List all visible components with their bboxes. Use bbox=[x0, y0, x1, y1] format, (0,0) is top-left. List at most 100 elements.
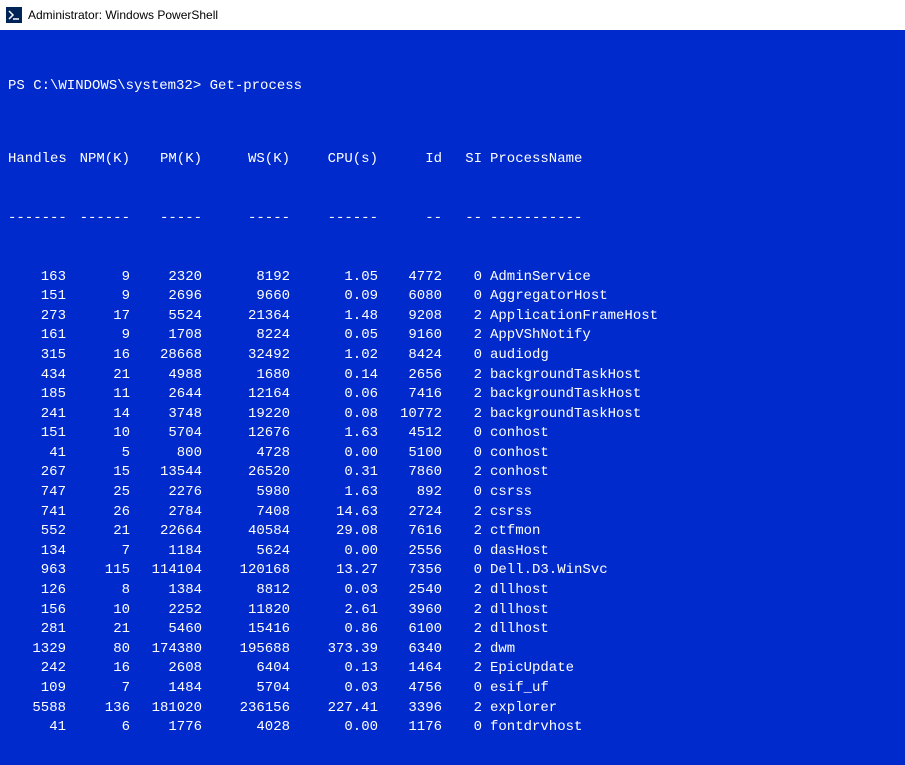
cell: dasHost bbox=[482, 542, 682, 562]
header-npm: NPM(K) bbox=[66, 150, 130, 170]
cell: 1.05 bbox=[290, 268, 378, 288]
cell: AggregatorHost bbox=[482, 287, 682, 307]
cell: 7616 bbox=[378, 522, 442, 542]
header-cpu: CPU(s) bbox=[290, 150, 378, 170]
cell: 1.63 bbox=[290, 483, 378, 503]
cell: 3960 bbox=[378, 601, 442, 621]
cell: 4772 bbox=[378, 268, 442, 288]
cell: 13.27 bbox=[290, 561, 378, 581]
cell: AdminService bbox=[482, 268, 682, 288]
cell: 5524 bbox=[130, 307, 202, 327]
cell: 9 bbox=[66, 326, 130, 346]
cell: 236156 bbox=[202, 699, 290, 719]
table-row: 151105704126761.6345120conhost bbox=[8, 424, 897, 444]
header-pm: PM(K) bbox=[130, 150, 202, 170]
table-row: 416177640280.0011760fontdrvhost bbox=[8, 718, 897, 738]
cell: dllhost bbox=[482, 620, 682, 640]
cell: 9208 bbox=[378, 307, 442, 327]
cell: 0.14 bbox=[290, 366, 378, 386]
cell: 1708 bbox=[130, 326, 202, 346]
cell: 2320 bbox=[130, 268, 202, 288]
cell: conhost bbox=[482, 424, 682, 444]
cell: 6100 bbox=[378, 620, 442, 640]
cell: 1484 bbox=[130, 679, 202, 699]
cell: 552 bbox=[8, 522, 66, 542]
cell: 6 bbox=[66, 718, 130, 738]
cell: 0 bbox=[442, 561, 482, 581]
cell: 227.41 bbox=[290, 699, 378, 719]
cell: 1680 bbox=[202, 366, 290, 386]
cell: 7 bbox=[66, 542, 130, 562]
cell: 0 bbox=[442, 483, 482, 503]
cell: 0 bbox=[442, 424, 482, 444]
table-body: 1639232081921.0547720AdminService1519269… bbox=[8, 268, 897, 738]
cell: 15416 bbox=[202, 620, 290, 640]
cell: 10772 bbox=[378, 405, 442, 425]
cell: 10 bbox=[66, 424, 130, 444]
cell: 0 bbox=[442, 287, 482, 307]
cell: 15 bbox=[66, 463, 130, 483]
cell: backgroundTaskHost bbox=[482, 405, 682, 425]
cell: 19220 bbox=[202, 405, 290, 425]
cell: 161 bbox=[8, 326, 66, 346]
cell: 5 bbox=[66, 444, 130, 464]
cell: 80 bbox=[66, 640, 130, 660]
cell: 273 bbox=[8, 307, 66, 327]
table-row: 1347118456240.0025560dasHost bbox=[8, 542, 897, 562]
cell: 151 bbox=[8, 424, 66, 444]
title-bar[interactable]: Administrator: Windows PowerShell bbox=[0, 0, 905, 30]
cell: audiodg bbox=[482, 346, 682, 366]
cell: 0.03 bbox=[290, 679, 378, 699]
terminal-body[interactable]: PS C:\WINDOWS\system32> Get-process Hand… bbox=[0, 30, 905, 765]
cell: 2784 bbox=[130, 503, 202, 523]
table-row: 5588136181020236156227.4133962explorer bbox=[8, 699, 897, 719]
table-row: 185112644121640.0674162backgroundTaskHos… bbox=[8, 385, 897, 405]
table-row: 1619170882240.0591602AppVShNotify bbox=[8, 326, 897, 346]
cell: 25 bbox=[66, 483, 130, 503]
cell: 181020 bbox=[130, 699, 202, 719]
cell: 4512 bbox=[378, 424, 442, 444]
cell: 0.86 bbox=[290, 620, 378, 640]
cell: 5980 bbox=[202, 483, 290, 503]
table-row: 132980174380195688373.3963402dwm bbox=[8, 640, 897, 660]
cell: 9660 bbox=[202, 287, 290, 307]
cell: 13544 bbox=[130, 463, 202, 483]
cell: 8192 bbox=[202, 268, 290, 288]
header-handles: Handles bbox=[8, 150, 66, 170]
cell: 4756 bbox=[378, 679, 442, 699]
table-row: 2671513544265200.3178602conhost bbox=[8, 463, 897, 483]
cell: 5588 bbox=[8, 699, 66, 719]
cell: esif_uf bbox=[482, 679, 682, 699]
cell: 151 bbox=[8, 287, 66, 307]
cell: 2 bbox=[442, 366, 482, 386]
cell: 16 bbox=[66, 659, 130, 679]
table-row: 1639232081921.0547720AdminService bbox=[8, 268, 897, 288]
cell: 2 bbox=[442, 581, 482, 601]
cell: 0 bbox=[442, 346, 482, 366]
header-name: ProcessName bbox=[482, 150, 682, 170]
powershell-icon bbox=[6, 7, 22, 23]
cell: 1384 bbox=[130, 581, 202, 601]
cell: 4728 bbox=[202, 444, 290, 464]
cell: 11820 bbox=[202, 601, 290, 621]
cell: 8424 bbox=[378, 346, 442, 366]
cell: 2 bbox=[442, 620, 482, 640]
cell: 174380 bbox=[130, 640, 202, 660]
cell: 14.63 bbox=[290, 503, 378, 523]
cell: 21 bbox=[66, 522, 130, 542]
header-si: SI bbox=[442, 150, 482, 170]
cell: 2696 bbox=[130, 287, 202, 307]
cell: 0 bbox=[442, 268, 482, 288]
cell: 6340 bbox=[378, 640, 442, 660]
cell: 120168 bbox=[202, 561, 290, 581]
cell: 9 bbox=[66, 287, 130, 307]
cell: 7356 bbox=[378, 561, 442, 581]
cell: 22664 bbox=[130, 522, 202, 542]
cell: 0.08 bbox=[290, 405, 378, 425]
cell: 2 bbox=[442, 601, 482, 621]
table-row: 3151628668324921.0284240audiodg bbox=[8, 346, 897, 366]
cell: 2 bbox=[442, 699, 482, 719]
cell: 0.09 bbox=[290, 287, 378, 307]
cell: 10 bbox=[66, 601, 130, 621]
cell: 2276 bbox=[130, 483, 202, 503]
